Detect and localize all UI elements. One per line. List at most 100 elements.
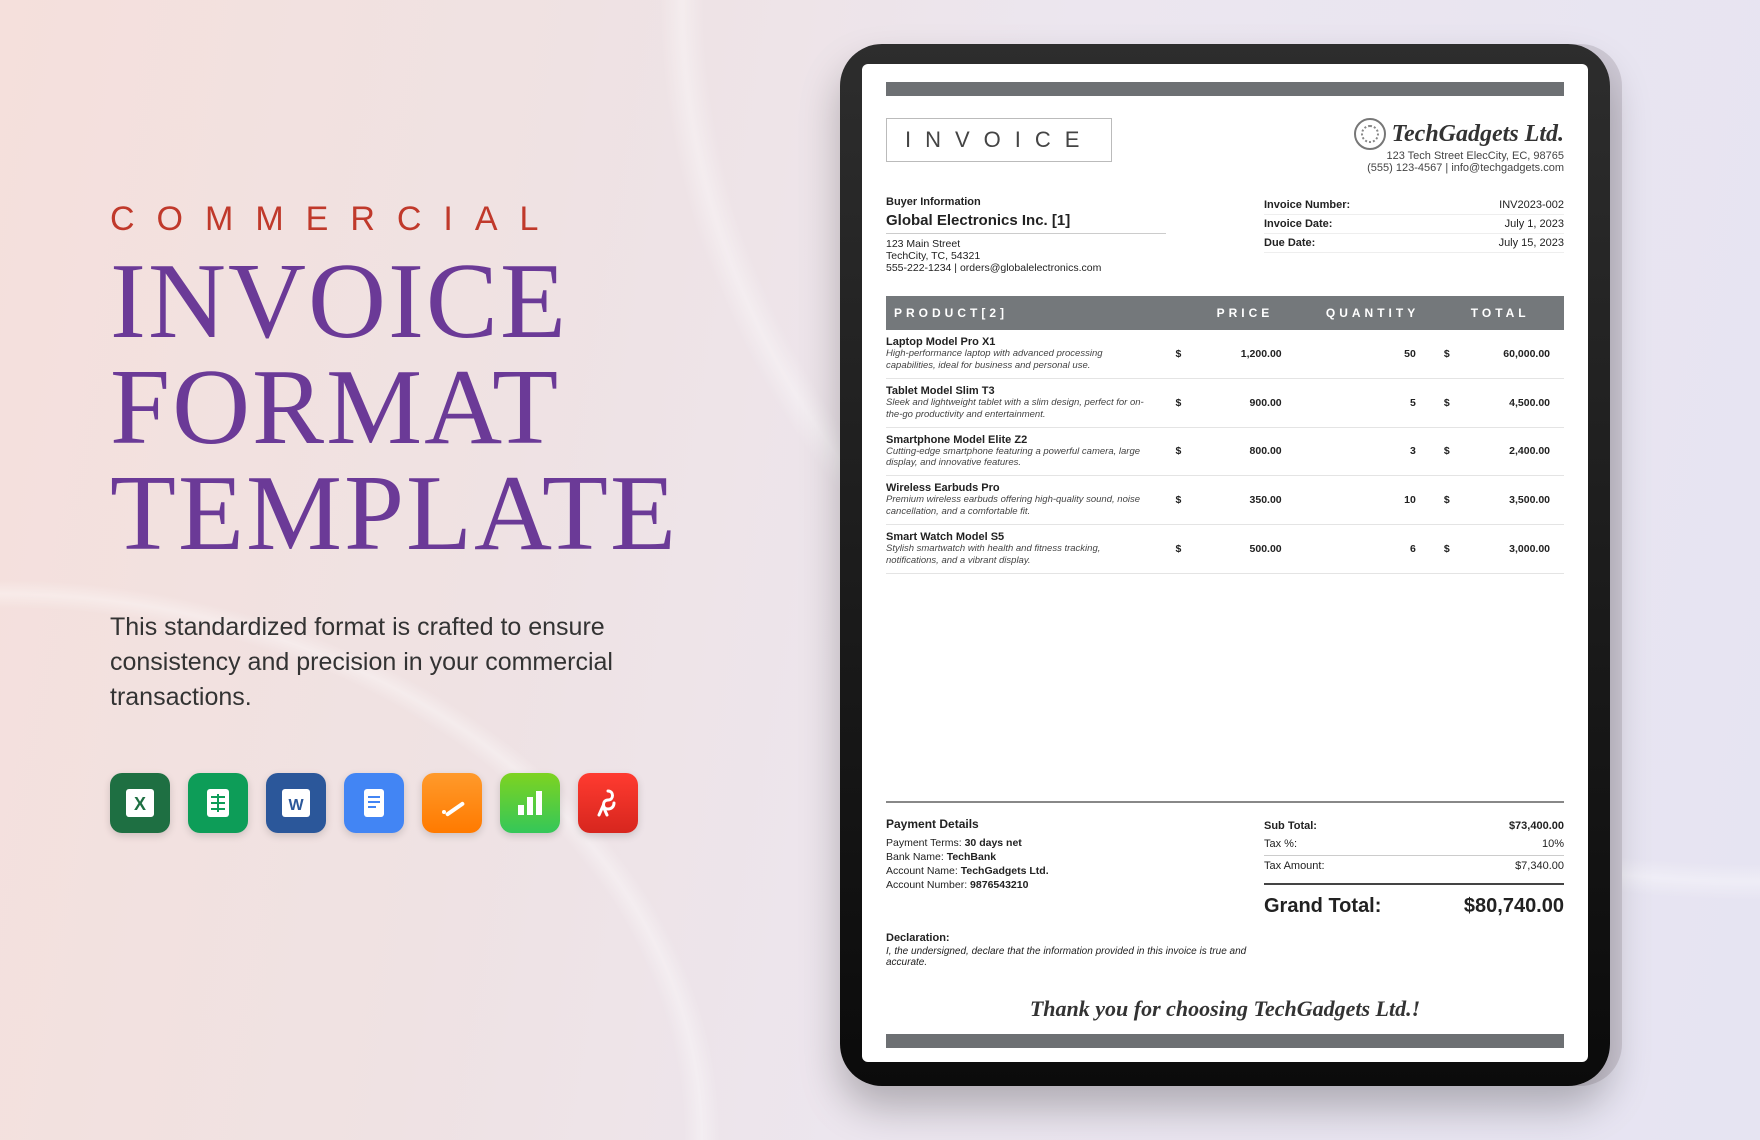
headline-line-1: INVOICE	[110, 249, 770, 355]
product-desc: Sleek and lightweight tablet with a slim…	[886, 397, 1151, 421]
pay-terms: 30 days net	[965, 837, 1022, 849]
svg-text:X: X	[134, 794, 146, 814]
currency: $	[1444, 494, 1450, 506]
price: 800.00	[1250, 445, 1282, 457]
currency: $	[1175, 348, 1181, 360]
table-header: PRODUCT[2] PRICE QUANTITY TOTAL	[886, 296, 1564, 330]
word-icon[interactable]: W	[266, 773, 326, 833]
pay-acctno: 9876543210	[970, 879, 1028, 891]
pay-acctno-label: Account Number:	[886, 879, 967, 891]
quantity: 10	[1404, 494, 1416, 506]
pay-acctname: TechGadgets Ltd.	[961, 865, 1049, 877]
currency: $	[1444, 348, 1450, 360]
quantity: 50	[1404, 348, 1416, 360]
buyer-addr1: 123 Main Street	[886, 238, 1166, 250]
declaration: Declaration: I, the undersigned, declare…	[886, 932, 1564, 968]
product-name: Smart Watch Model S5	[886, 531, 1151, 543]
table-body: Laptop Model Pro X1High-performance lapt…	[886, 330, 1564, 574]
tablet-frame: INVOICE TechGadgets Ltd. 123 Tech Street…	[840, 44, 1610, 1086]
subtotal-label: Sub Total:	[1264, 820, 1317, 832]
payment-details: Payment Details Payment Terms: 30 days n…	[886, 817, 1049, 918]
grand-value: $80,740.00	[1464, 895, 1564, 918]
line-total: 3,500.00	[1509, 494, 1550, 506]
company-contact: (555) 123-4567 | info@techgadgets.com	[1354, 162, 1564, 174]
company-name: TechGadgets Ltd.	[1392, 122, 1564, 146]
th-quantity: QUANTITY	[1309, 296, 1437, 330]
currency: $	[1444, 543, 1450, 555]
pay-acctname-label: Account Name:	[886, 865, 958, 877]
payment-heading: Payment Details	[886, 817, 1049, 831]
numbers-icon[interactable]	[500, 773, 560, 833]
taxp-value: 10%	[1542, 838, 1564, 850]
line-total: 60,000.00	[1503, 348, 1550, 360]
line-total: 2,400.00	[1509, 445, 1550, 457]
product-name: Laptop Model Pro X1	[886, 336, 1151, 348]
invoice-document: INVOICE TechGadgets Ltd. 123 Tech Street…	[862, 64, 1588, 1062]
meta-value-1: July 1, 2023	[1505, 218, 1564, 230]
buyer-addr2: TechCity, TC, 54321	[886, 250, 1166, 262]
line-total: 4,500.00	[1509, 397, 1550, 409]
currency: $	[1175, 543, 1181, 555]
price: 1,200.00	[1241, 348, 1282, 360]
invoice-meta: Invoice Number: INV2023-002 Invoice Date:…	[1264, 196, 1564, 274]
quantity: 5	[1410, 397, 1416, 409]
pdf-icon[interactable]	[578, 773, 638, 833]
currency: $	[1444, 397, 1450, 409]
price: 900.00	[1250, 397, 1282, 409]
currency: $	[1175, 445, 1181, 457]
pay-terms-label: Payment Terms:	[886, 837, 962, 849]
headline: INVOICE FORMAT TEMPLATE	[110, 249, 770, 566]
table-row: Wireless Earbuds ProPremium wireless ear…	[886, 476, 1564, 525]
product-name: Smartphone Model Elite Z2	[886, 434, 1151, 446]
table-row: Laptop Model Pro X1High-performance lapt…	[886, 330, 1564, 379]
footer-bar	[886, 1034, 1564, 1048]
headline-line-3: TEMPLATE	[110, 461, 770, 567]
supported-apps: X W	[110, 773, 770, 833]
buyer-name: Global Electronics Inc. [1]	[886, 212, 1166, 234]
invoice-label: INVOICE	[886, 118, 1112, 162]
taxa-value: $7,340.00	[1515, 860, 1564, 872]
company-address: 123 Tech Street ElecCity, EC, 98765	[1354, 150, 1564, 162]
buyer-heading: Buyer Information	[886, 196, 1166, 208]
declaration-text: I, the undersigned, declare that the inf…	[886, 946, 1266, 968]
product-desc: Premium wireless earbuds offering high-q…	[886, 494, 1151, 518]
price: 350.00	[1250, 494, 1282, 506]
totals-block: Sub Total: $73,400.00 Tax %: 10% Tax Amoun…	[1264, 817, 1564, 918]
pages-icon[interactable]	[422, 773, 482, 833]
th-product: PRODUCT[2]	[886, 296, 1181, 330]
subheading: This standardized format is crafted to e…	[110, 610, 730, 715]
quantity: 6	[1410, 543, 1416, 555]
pay-bank-label: Bank Name:	[886, 851, 944, 863]
meta-value-0: INV2023-002	[1499, 199, 1564, 211]
google-docs-icon[interactable]	[344, 773, 404, 833]
company-block: TechGadgets Ltd. 123 Tech Street ElecCit…	[1354, 118, 1564, 174]
product-name: Tablet Model Slim T3	[886, 385, 1151, 397]
excel-icon[interactable]: X	[110, 773, 170, 833]
taxa-label: Tax Amount:	[1264, 860, 1325, 872]
table-row: Smart Watch Model S5Stylish smartwatch w…	[886, 525, 1564, 574]
buyer-block: Buyer Information Global Electronics Inc…	[886, 196, 1166, 274]
svg-text:W: W	[288, 797, 304, 814]
th-total: TOTAL	[1436, 296, 1564, 330]
product-name: Wireless Earbuds Pro	[886, 482, 1151, 494]
line-total: 3,000.00	[1509, 543, 1550, 555]
subtotal-value: $73,400.00	[1509, 820, 1564, 832]
pay-bank: TechBank	[947, 851, 996, 863]
meta-label-1: Invoice Date:	[1264, 218, 1332, 230]
product-desc: High-performance laptop with advanced pr…	[886, 348, 1151, 372]
product-desc: Stylish smartwatch with health and fitne…	[886, 543, 1151, 567]
thank-you: Thank you for choosing TechGadgets Ltd.!	[886, 998, 1564, 1020]
promo-panel: COMMERCIAL INVOICE FORMAT TEMPLATE This …	[0, 0, 810, 1140]
currency: $	[1444, 445, 1450, 457]
google-sheets-icon[interactable]	[188, 773, 248, 833]
headline-line-2: FORMAT	[110, 355, 770, 461]
meta-label-2: Due Date:	[1264, 237, 1315, 249]
preview-stage: INVOICE TechGadgets Ltd. 123 Tech Street…	[810, 0, 1760, 1140]
taxp-label: Tax %:	[1264, 838, 1297, 850]
buyer-contact: 555-222-1234 | orders@globalelectronics.…	[886, 262, 1166, 274]
th-price: PRICE	[1181, 296, 1309, 330]
declaration-heading: Declaration:	[886, 932, 950, 944]
table-row: Tablet Model Slim T3Sleek and lightweigh…	[886, 379, 1564, 428]
meta-label-0: Invoice Number:	[1264, 199, 1350, 211]
quantity: 3	[1410, 445, 1416, 457]
